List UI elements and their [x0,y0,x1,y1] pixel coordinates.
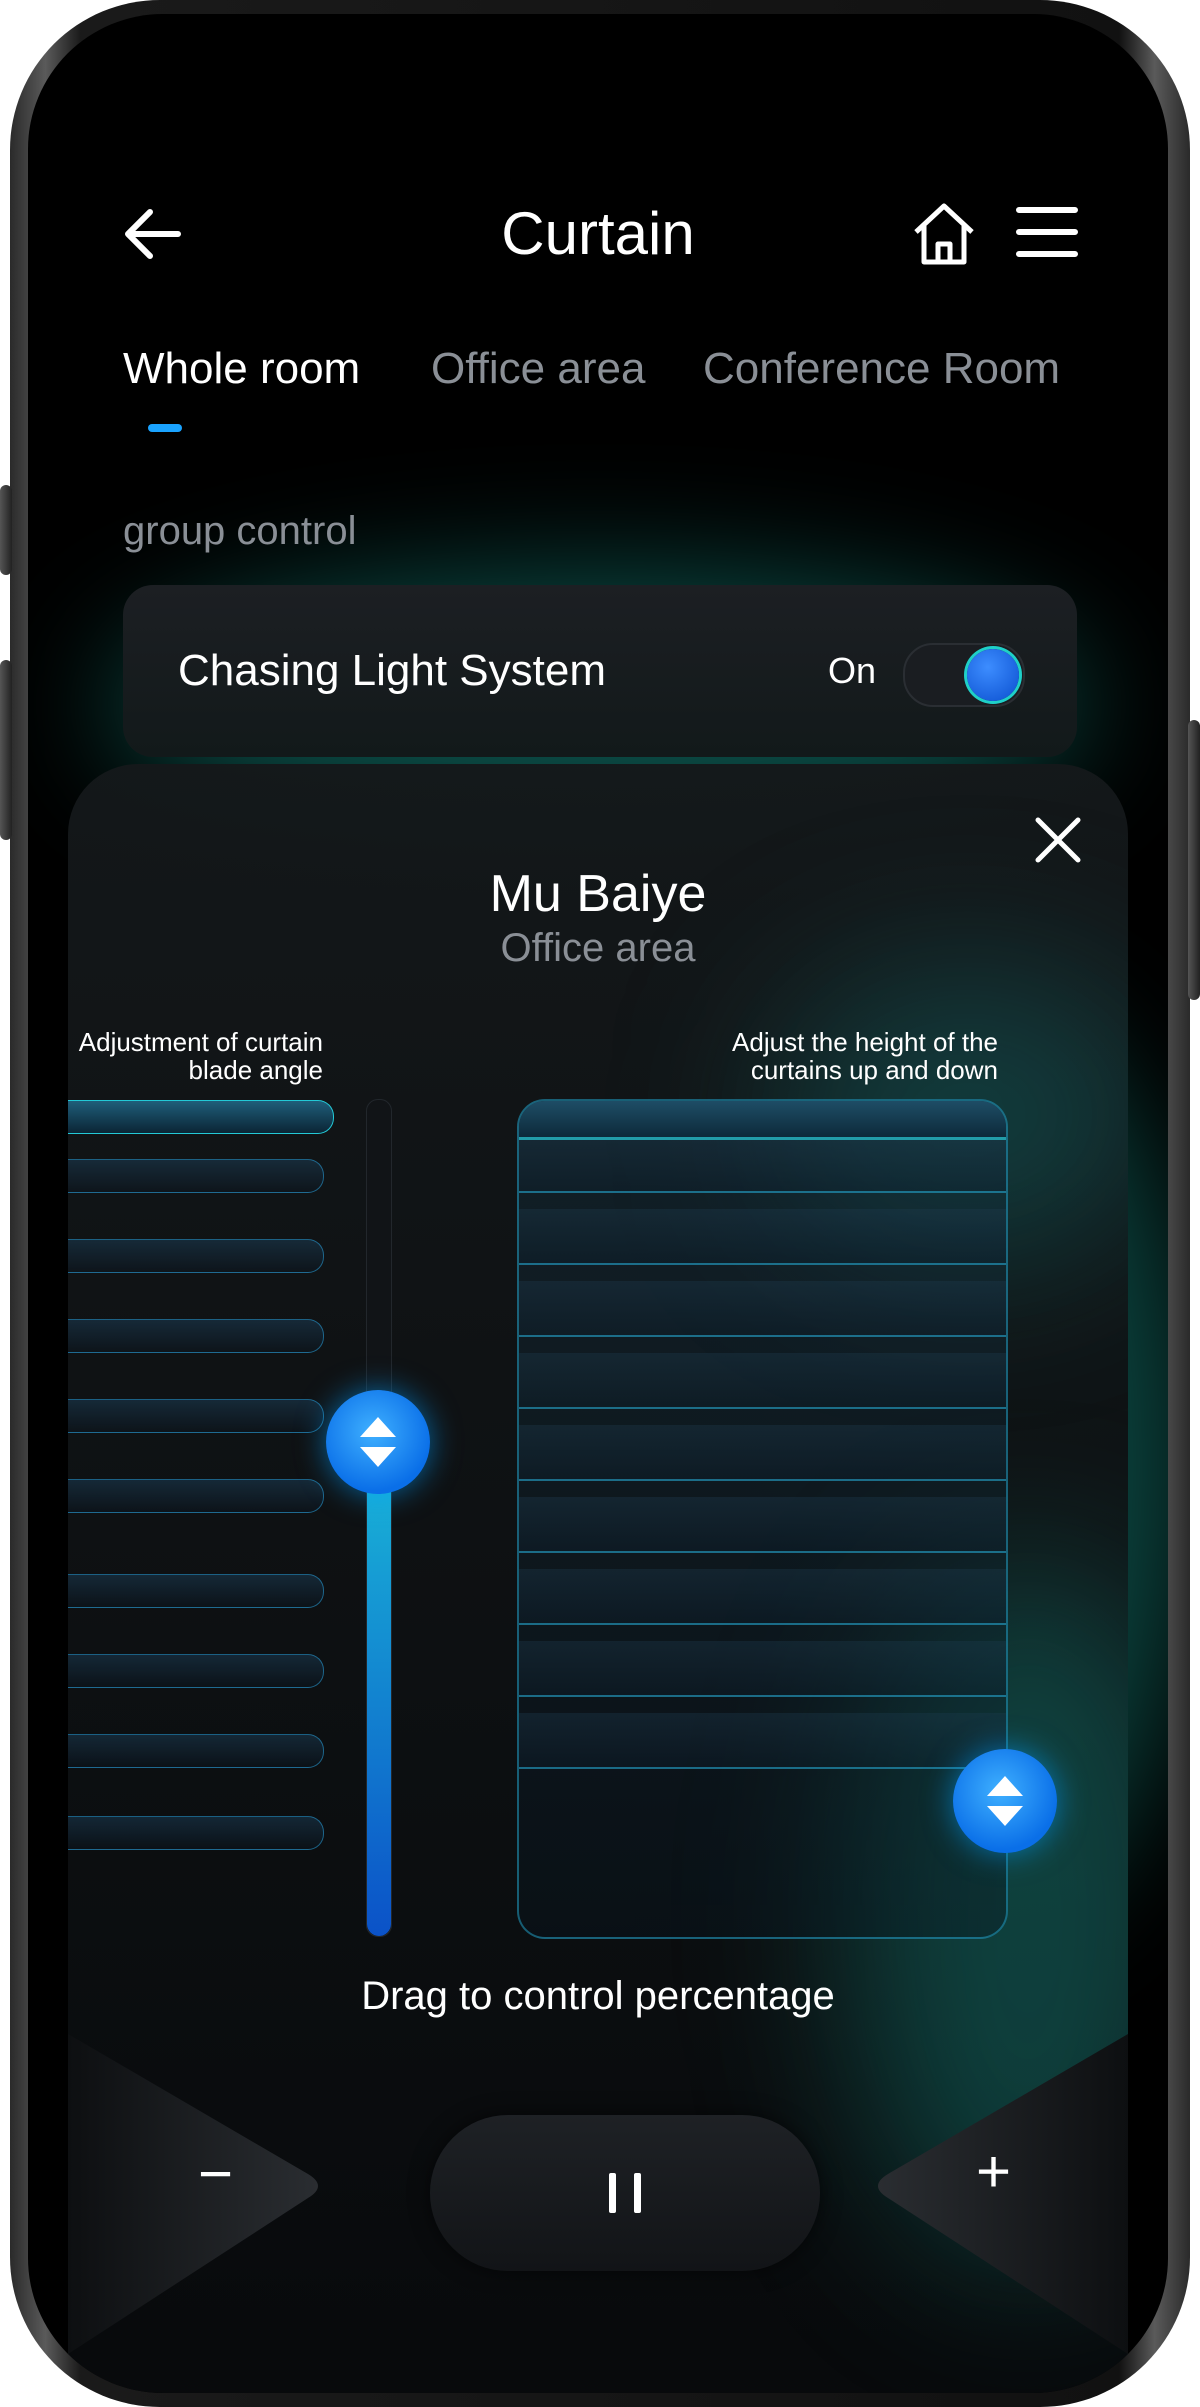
blade-slat [68,1239,324,1273]
height-note: Adjust the height of the curtains up and… [732,1027,998,1085]
group-item-state: On [828,650,877,691]
room-tabs: Whole room Office area Conference Room [123,339,1108,432]
drag-hint: Drag to control percentage [361,1974,835,2018]
blade-angle-note: Adjustment of curtain blade angle [78,1027,323,1085]
pause-icon [609,2173,641,2213]
menu-button[interactable] [1015,200,1079,264]
device-name: Mu Baiye [489,865,707,923]
curtain-slat [519,1641,1006,1697]
blade-slat [68,1654,324,1688]
up-down-arrows-icon [360,1417,396,1467]
curtain-height-panel[interactable] [517,1099,1008,1939]
group-control-card: Chasing Light System On [123,585,1077,757]
curtain-slat [519,1137,1006,1193]
curtain-slat [519,1353,1006,1409]
screen: Curtain Whole room Office area Conferenc… [28,14,1168,2393]
toggle-knob [967,649,1019,701]
blade-angle-slider[interactable] [366,1099,392,1937]
slider-fill [367,1443,391,1936]
page-title: Curtain [501,200,695,267]
decrease-button[interactable]: − [198,2144,233,2204]
pause-button[interactable] [430,2115,820,2271]
increase-button[interactable]: + [976,2142,1011,2202]
blade-slat [68,1816,324,1850]
blade-slat [68,1734,324,1768]
phone-side-button [0,485,12,575]
curtain-slat [519,1713,1006,1769]
home-button[interactable] [908,198,980,270]
blade-slat [68,1100,334,1134]
curtain-height-handle[interactable] [953,1749,1057,1853]
curtain-slat [519,1497,1006,1553]
blade-slat [68,1159,324,1193]
curtain-slat [519,1209,1006,1265]
blade-angle-handle[interactable] [326,1390,430,1494]
tab-conference-room[interactable]: Conference Room [703,339,1060,399]
home-icon [914,203,974,265]
blade-slat [68,1574,324,1608]
tab-whole-room[interactable]: Whole room [123,339,360,399]
group-item-name: Chasing Light System [178,646,606,695]
curtain-slat [519,1281,1006,1337]
chasing-light-toggle[interactable] [903,643,1025,707]
phone-side-button [0,660,12,840]
curtain-slat [519,1569,1006,1625]
device-room: Office area [500,926,696,970]
app-header: Curtain [28,184,1168,284]
close-icon [1035,817,1081,863]
up-down-arrows-icon [987,1776,1023,1826]
section-label: group control [123,509,357,553]
curtain-slat [519,1425,1006,1481]
blade-slat [68,1319,324,1353]
menu-icon [1016,207,1078,257]
close-button[interactable] [1030,812,1086,868]
blade-slat [68,1399,324,1433]
curtain-slat [519,1101,1006,1140]
device-sheet: Mu Baiye Office area Adjustment of curta… [68,764,1128,2393]
tab-office-area[interactable]: Office area [431,339,645,399]
blade-slat [68,1479,324,1513]
phone-power-button [1188,720,1200,1000]
active-tab-indicator [148,424,182,432]
